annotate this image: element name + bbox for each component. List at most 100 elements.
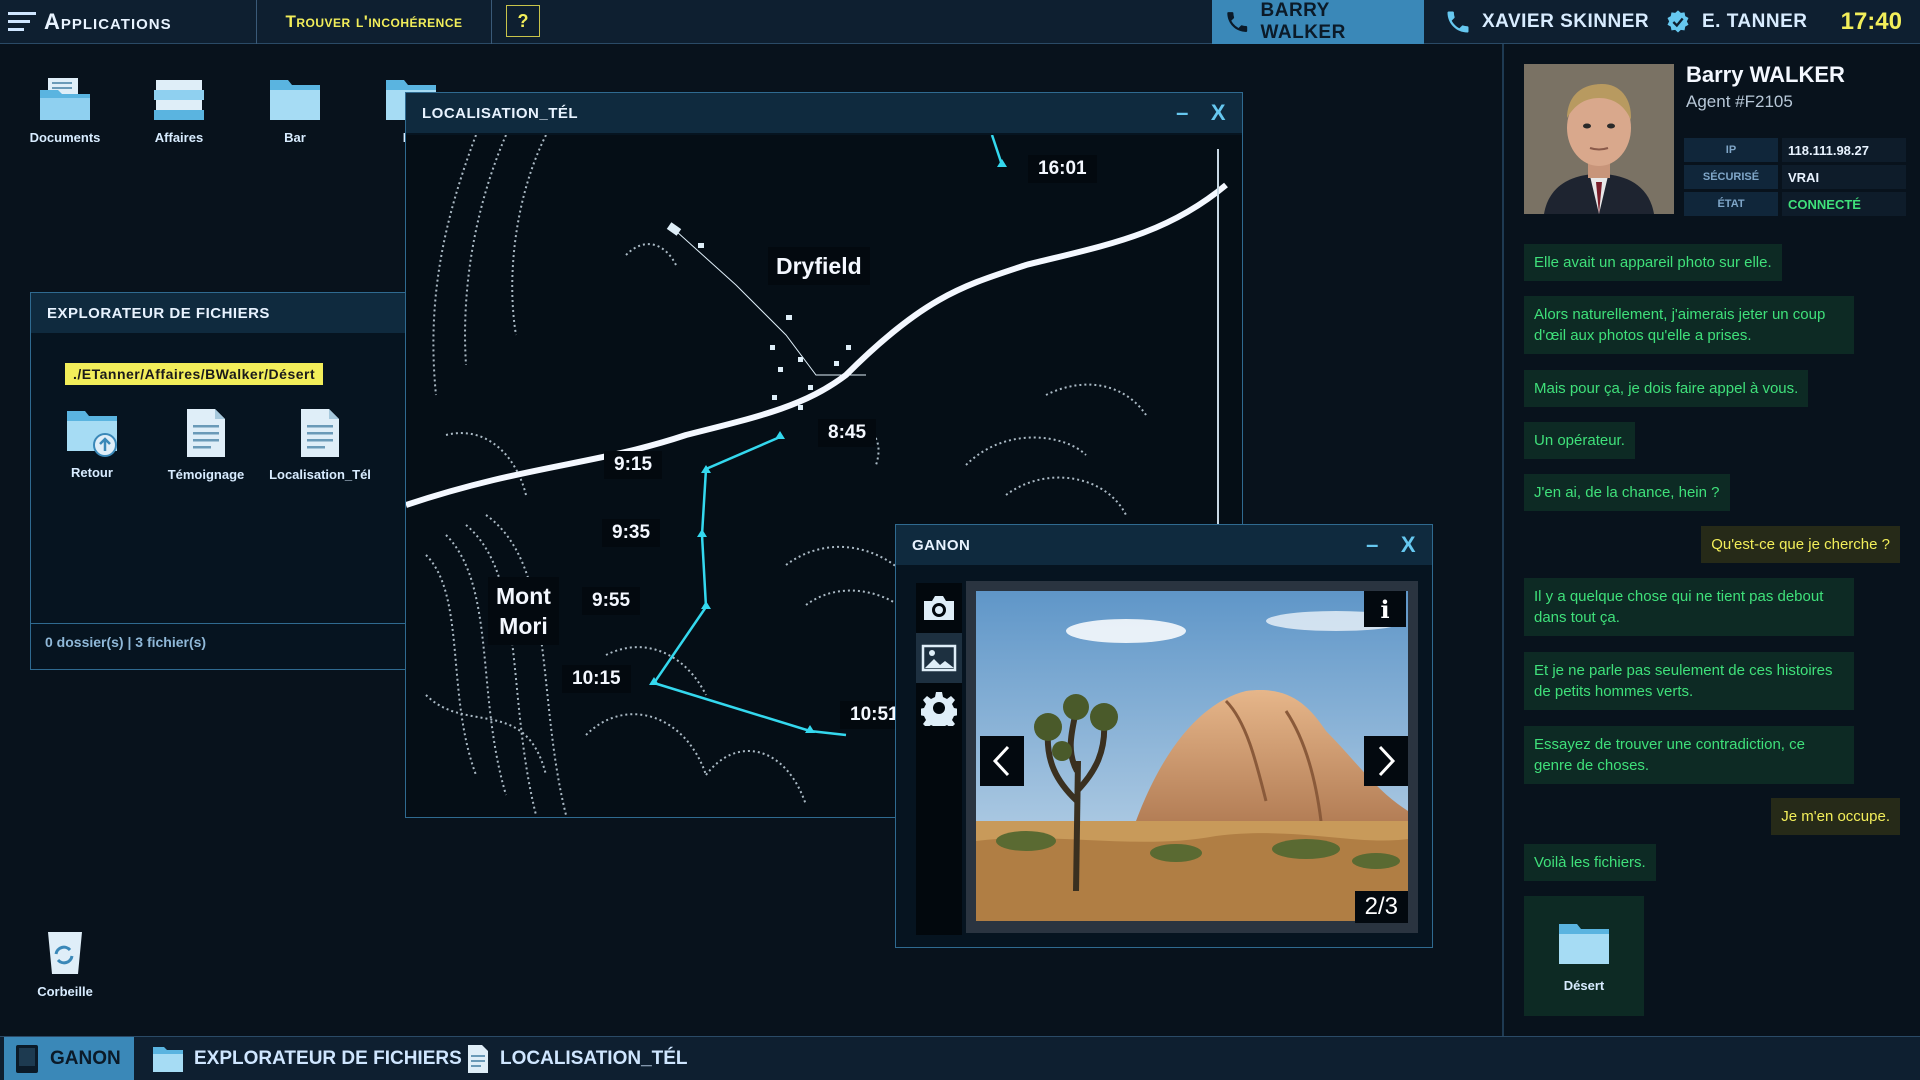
minimize-button[interactable]: – (1366, 532, 1379, 558)
camera-icon (924, 596, 954, 620)
map-time-16-01: 16:01 (1028, 155, 1097, 183)
contact-tab-barry-walker[interactable]: BARRY WALKER (1212, 0, 1424, 44)
taskbar-item-localisation-tel[interactable]: LOCALISATION_TÉL (456, 1037, 698, 1080)
desktop-icon-bar[interactable]: Bar (240, 76, 350, 145)
photo-counter: 2/3 (1354, 891, 1408, 923)
applications-menu[interactable]: Applications (8, 6, 172, 38)
phone-icon (1447, 11, 1469, 33)
taskbar: GANON EXPLORATEUR DE FICHIERS LOCALISATI… (0, 1036, 1920, 1080)
taskbar-item-file-explorer[interactable]: EXPLORATEUR DE FICHIERS (142, 1037, 472, 1080)
close-button[interactable]: X (1401, 532, 1416, 558)
map-label-dryfield: Dryfield (768, 247, 870, 285)
chat-message-in: Elle avait un appareil photo sur elle. (1524, 244, 1782, 281)
avatar (1524, 64, 1674, 214)
next-photo-button[interactable] (1364, 736, 1408, 786)
mountain-name-line2: Mori (499, 613, 548, 639)
map-time-8-45: 8:45 (818, 419, 877, 447)
badge-icon (1667, 10, 1689, 33)
taskbar-item-ganon[interactable]: GANON (4, 1037, 134, 1080)
file-item-temoignage[interactable]: Témoignage (151, 407, 261, 482)
help-button[interactable]: ? (506, 5, 540, 37)
chat-message-in: Essayez de trouver une contradiction, ce… (1524, 726, 1854, 784)
map-time-9-55: 9:55 (582, 587, 641, 615)
contact-panel: Barry WALKER Agent #F2105 IP 118.111.98.… (1502, 44, 1920, 1036)
agent-id: Agent #F2105 (1686, 92, 1793, 111)
ganon-icon (16, 1045, 38, 1073)
chat-message-out: Qu'est-ce que je cherche ? (1701, 526, 1900, 563)
file-item-localisation-tel[interactable]: Localisation_Tél (265, 407, 375, 482)
chat-message-in: Mais pour ça, je dois faire appel à vous… (1524, 370, 1809, 407)
file-explorer-titlebar[interactable]: EXPLORATEUR DE FICHIERS (31, 293, 409, 333)
taskbar-label: LOCALISATION_TÉL (500, 1048, 688, 1069)
file-explorer-status: 0 dossier(s) | 3 fichier(s) (31, 623, 409, 660)
phone-icon (1227, 12, 1248, 32)
image-icon (921, 644, 957, 672)
find-inconsistency-button[interactable]: Trouver l'incohérence (256, 0, 492, 44)
ganon-titlebar[interactable]: GANON – X (896, 525, 1432, 565)
info-key: ÉTAT (1684, 192, 1778, 216)
info-key: IP (1684, 138, 1778, 162)
contact-name: BARRY WALKER (1260, 0, 1346, 43)
folder-icon (153, 1047, 183, 1072)
photo-info-button[interactable]: i (1364, 591, 1406, 627)
camera-button[interactable] (916, 583, 962, 633)
status-badge: CONNECTÉ (1782, 192, 1906, 216)
ganon-toolbar (916, 583, 962, 935)
desktop-icon-label: Documents (29, 130, 101, 145)
window-title: LOCALISATION_TÉL (422, 104, 579, 122)
contact-name: E. TANNER (1702, 11, 1808, 32)
agent-portrait (1524, 64, 1674, 214)
gallery-button[interactable] (916, 633, 962, 683)
chevron-right-icon (1378, 745, 1396, 777)
minimize-button[interactable]: – (1176, 100, 1189, 126)
attachment-label: Désert (1563, 977, 1605, 993)
taskbar-label: EXPLORATEUR DE FICHIERS (194, 1048, 462, 1069)
mountain-name-line1: Mont (496, 583, 551, 609)
desktop-icon-documents[interactable]: Documents (10, 76, 120, 145)
window-title: GANON (912, 536, 971, 554)
desktop-icon-label: Bar (284, 130, 306, 145)
close-button[interactable]: X (1211, 100, 1226, 126)
info-row-ip: IP 118.111.98.27 (1684, 138, 1906, 162)
chat-message-in: Il y a quelque chose qui ne tient pas de… (1524, 578, 1854, 636)
file-item-label: Témoignage (167, 467, 245, 482)
file-explorer-window: EXPLORATEUR DE FICHIERS ./ETanner/Affair… (30, 292, 410, 670)
file-item-retour[interactable]: Retour (37, 407, 147, 480)
info-value: VRAI (1782, 165, 1906, 189)
document-icon (187, 409, 225, 457)
map-time-9-15: 9:15 (604, 451, 663, 479)
map-time-9-35: 9:35 (602, 519, 661, 547)
chat-message-out: Je m'en occupe. (1771, 798, 1900, 835)
map-time-10-15: 10:15 (562, 665, 631, 693)
folder-icon (1559, 923, 1609, 964)
contact-tab-e-tanner[interactable]: E. TANNER (1652, 0, 1819, 44)
window-title: EXPLORATEUR DE FICHIERS (47, 304, 270, 322)
chat-message-in: Voilà les fichiers. (1524, 844, 1656, 881)
settings-button[interactable] (916, 683, 962, 733)
previous-photo-button[interactable] (980, 736, 1024, 786)
map-label-mont-mori: Mont Mori (488, 577, 559, 645)
folder-icon (270, 80, 320, 120)
document-icon (468, 1045, 488, 1073)
desktop-icon-trash[interactable]: Corbeille (10, 930, 120, 999)
file-item-label: Localisation_Tél (269, 467, 371, 482)
info-value: 118.111.98.27 (1782, 138, 1906, 162)
documents-folder-icon (40, 78, 90, 120)
top-bar: Applications Trouver l'incohérence ? BAR… (0, 0, 1920, 44)
chevron-left-icon (992, 745, 1010, 777)
desktop-icon-affaires[interactable]: Affaires (124, 76, 234, 145)
cases-stack-icon (154, 80, 204, 120)
document-icon (301, 409, 339, 457)
desktop-icon-label: Affaires (154, 130, 204, 145)
contact-name: XAVIER SKINNER (1482, 11, 1650, 32)
taskbar-label: GANON (50, 1048, 121, 1069)
chat-attachment-desert-folder[interactable]: Désert (1524, 896, 1644, 1016)
info-row-secure: SÉCURISÉ VRAI (1684, 165, 1906, 189)
contact-tab-xavier-skinner[interactable]: XAVIER SKINNER (1432, 0, 1661, 44)
desert-landscape-image (976, 591, 1408, 921)
folder-upload-icon (67, 411, 117, 457)
map-titlebar[interactable]: LOCALISATION_TÉL – X (406, 93, 1242, 133)
info-key: SÉCURISÉ (1684, 165, 1778, 189)
photo-viewer: i 2/3 (966, 581, 1418, 933)
path-breadcrumb: ./ETanner/Affaires/BWalker/Désert (65, 363, 324, 385)
